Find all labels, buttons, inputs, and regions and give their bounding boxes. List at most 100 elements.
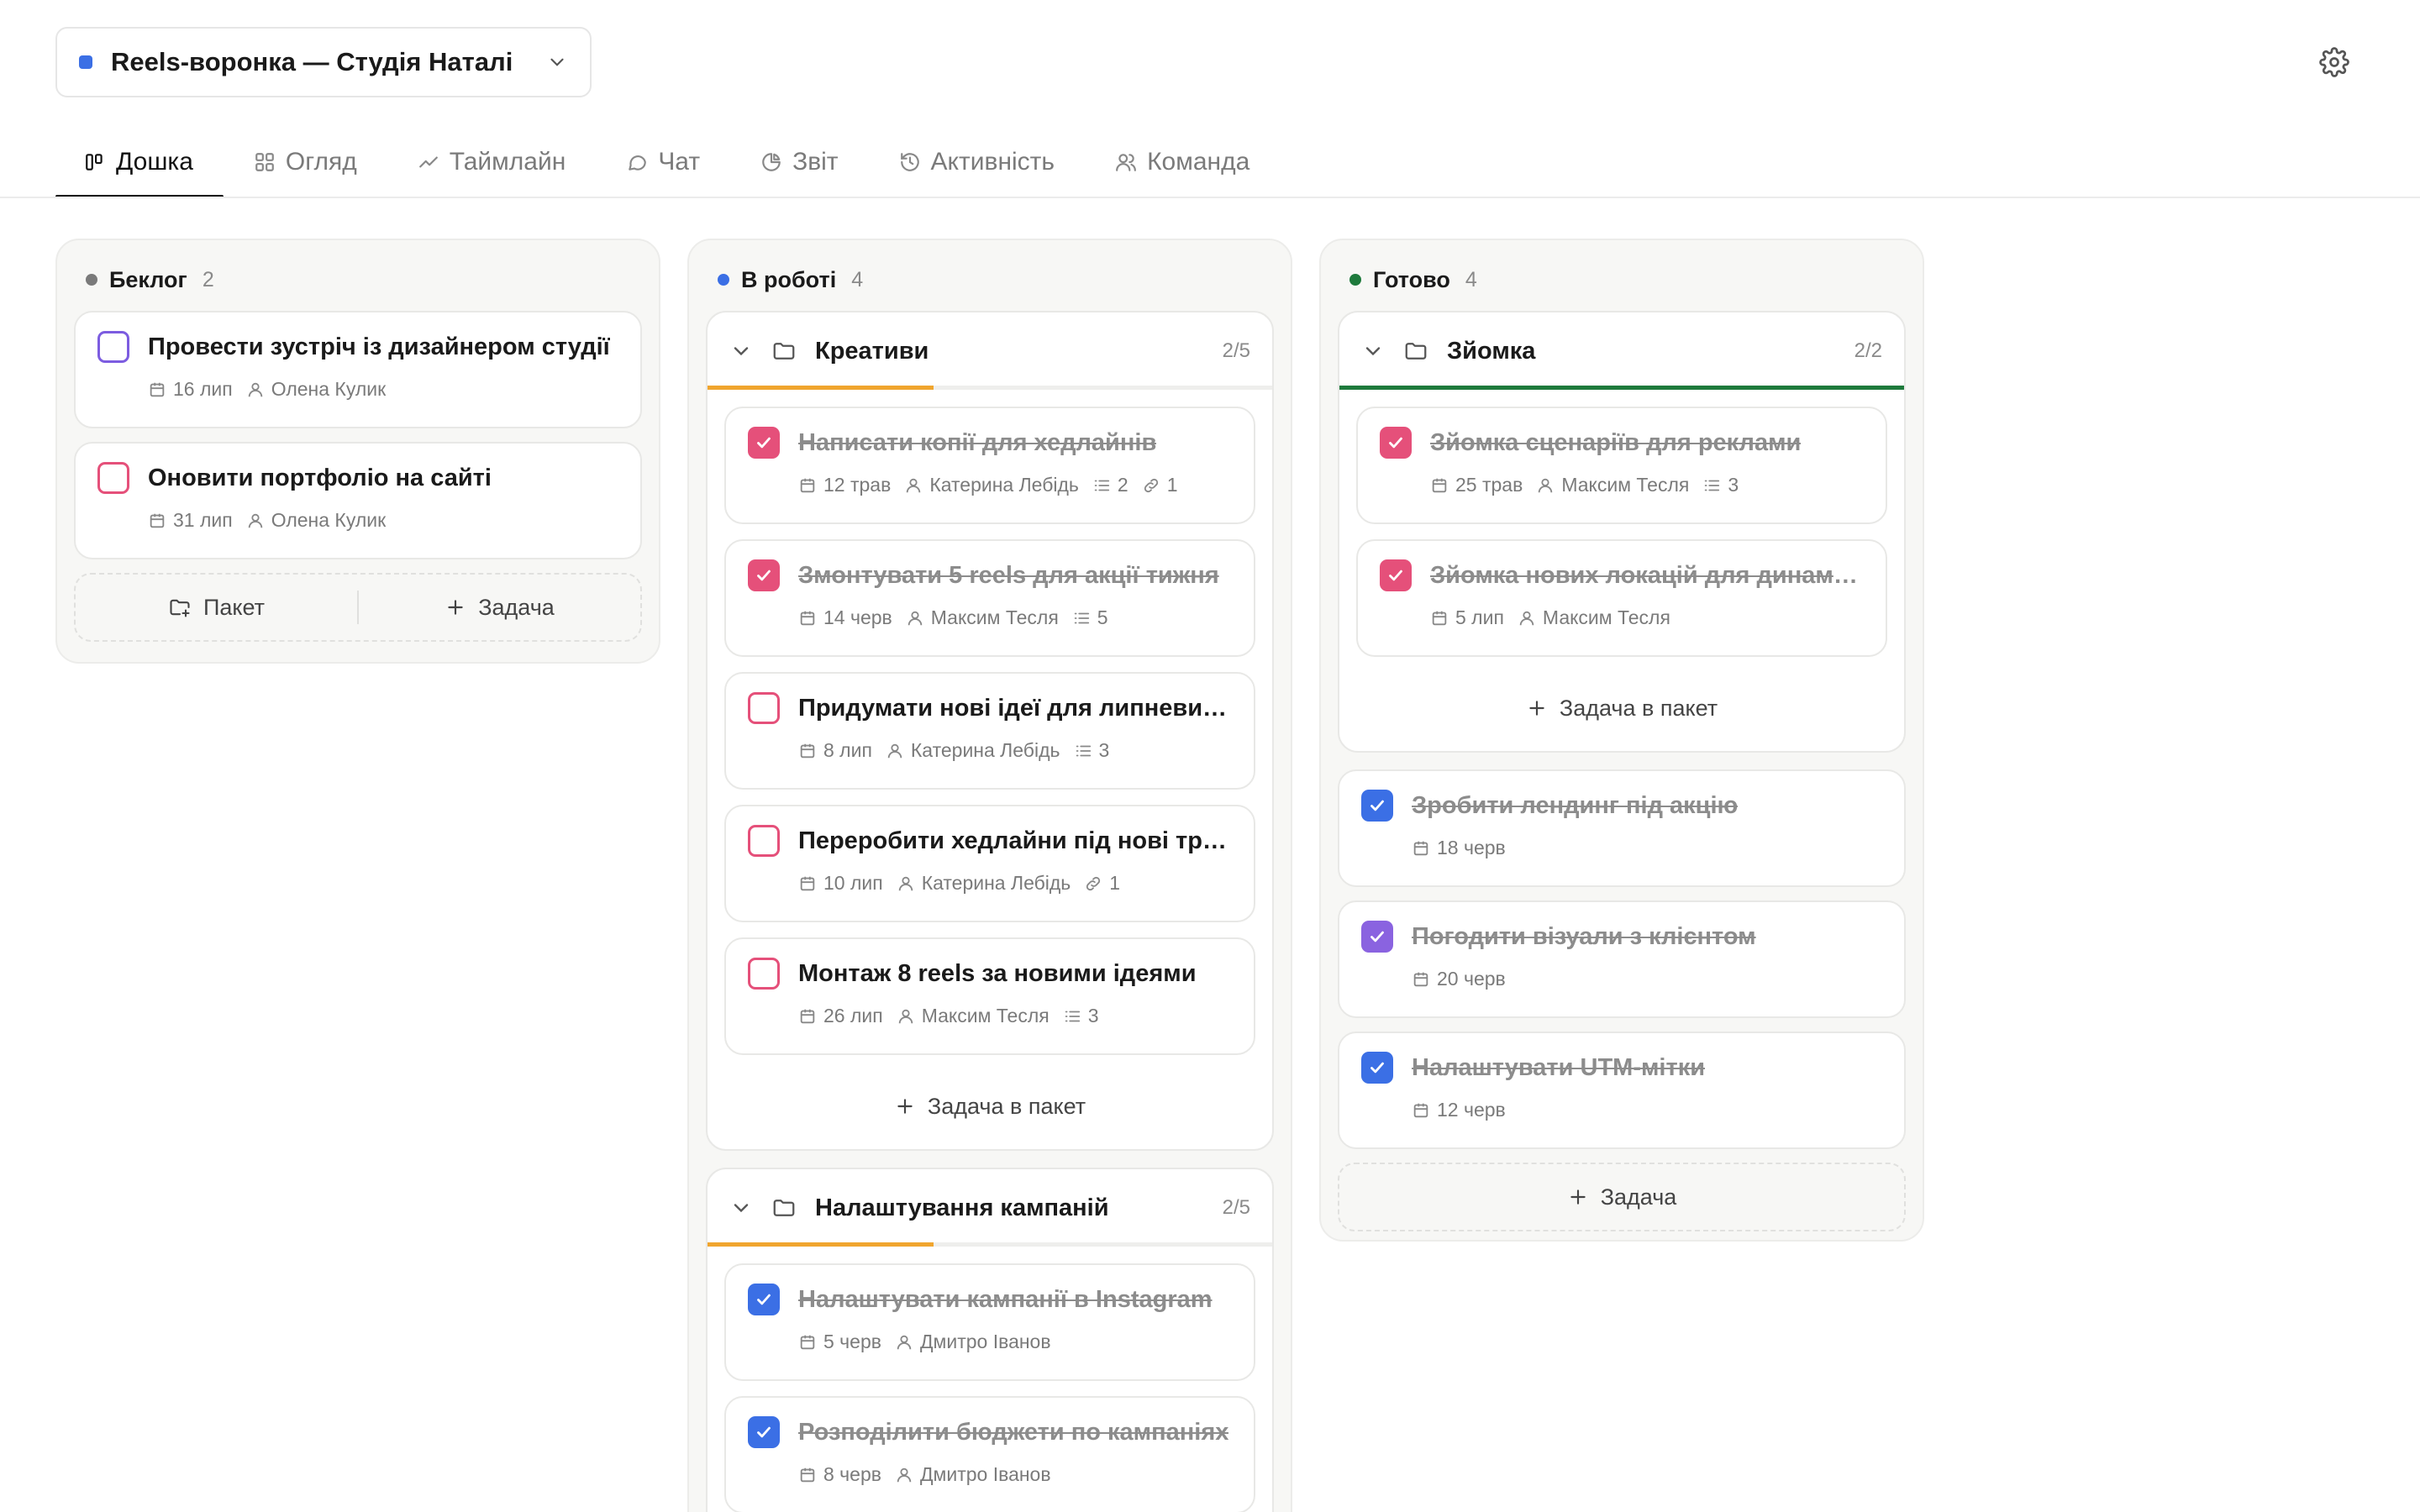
tab-activity[interactable]: Активність (869, 126, 1086, 198)
column-header: Беклог 2 (74, 260, 642, 299)
user-icon (886, 742, 904, 760)
task-assignee: Катерина Лебідь (886, 739, 1060, 762)
column-backlog: Беклог 2 Провести зустріч із дизайнером … (55, 239, 660, 664)
task-card[interactable]: Налаштувати UTM-мітки 12 черв (1338, 1032, 1906, 1149)
task-assignee: Максим Тесля (1536, 474, 1689, 496)
task-checkbox[interactable] (1361, 1052, 1393, 1084)
tab-timeline[interactable]: Таймлайн (387, 126, 597, 198)
tab-overview[interactable]: Огляд (224, 126, 387, 198)
gear-icon[interactable] (2319, 47, 2349, 77)
folder-icon (1403, 339, 1428, 364)
task-checkbox[interactable] (1361, 921, 1393, 953)
column-title: В роботі (741, 266, 837, 292)
task-card[interactable]: Змонтувати 5 reels для акції тижня 14 чер… (724, 539, 1255, 657)
add-task-button[interactable]: Задача (359, 575, 640, 640)
task-checkbox[interactable] (97, 462, 129, 494)
user-icon (904, 476, 923, 495)
task-subtasks-count: 3 (1074, 739, 1109, 762)
task-card[interactable]: Придумати нові ідеї для липневих ... 8 ли… (724, 672, 1255, 790)
add-packet-button[interactable]: Пакет (76, 575, 357, 640)
packet-header[interactable]: Зйомка 2/2 (1339, 312, 1904, 390)
task-assignee: Максим Тесля (897, 1005, 1050, 1027)
column-in-progress: В роботі 4 Креативи 2/5 Написати копії для… (687, 239, 1292, 1512)
task-checkbox[interactable] (748, 559, 780, 591)
task-card[interactable]: Оновити портфоліо на сайті 31 лип Олена Ку… (74, 442, 642, 559)
column-title: Беклог (109, 266, 187, 292)
task-due-date: 8 лип (798, 739, 872, 762)
task-title: Зробити лендинг під акцію (1412, 791, 1739, 819)
column-count: 4 (1465, 267, 1477, 291)
tab-chat[interactable]: Чат (596, 126, 730, 198)
plus-icon (1567, 1186, 1589, 1208)
task-meta: 25 трав Максим Тесля 3 (1430, 474, 1864, 496)
task-title: Переробити хедлайни під нові тре... (798, 827, 1232, 854)
task-card[interactable]: Зйомка сценаріїв для реклами 25 трав Макси… (1356, 407, 1887, 524)
task-checkbox[interactable] (1361, 790, 1393, 822)
chevron-down-icon[interactable] (729, 1196, 753, 1220)
task-checkbox[interactable] (748, 692, 780, 724)
task-title: Провести зустріч із дизайнером студії (148, 333, 610, 360)
chevron-down-icon[interactable] (1361, 339, 1385, 363)
task-card[interactable]: Переробити хедлайни під нові тре... 10 ли… (724, 805, 1255, 922)
subtasks-icon (1702, 476, 1721, 495)
tab-team[interactable]: Команда (1085, 126, 1280, 198)
task-card[interactable]: Монтаж 8 reels за новими ідеями 26 лип Мак… (724, 937, 1255, 1055)
tab-bar: Дошка Огляд Таймлайн Чат Звіт Активність… (55, 126, 1280, 198)
add-actions: Задача (1338, 1163, 1906, 1231)
chevron-down-icon[interactable] (729, 339, 753, 363)
user-icon (246, 512, 265, 530)
board-icon (86, 154, 103, 171)
task-due-date: 12 трав (798, 474, 891, 496)
user-icon (1536, 476, 1555, 495)
task-title: Погодити візуали з клієнтом (1412, 922, 1756, 950)
task-card[interactable]: Провести зустріч із дизайнером студії 16 … (74, 311, 642, 428)
task-assignee: Катерина Лебідь (897, 872, 1071, 895)
task-card[interactable]: Розподілити бюджети по кампаніях 8 черв Дм… (724, 1396, 1255, 1512)
packet-progress-fill (1339, 386, 1904, 390)
task-checkbox[interactable] (748, 1416, 780, 1448)
packet-header[interactable]: Креативи 2/5 (708, 312, 1272, 390)
task-checkbox[interactable] (748, 958, 780, 990)
task-checkbox[interactable] (748, 427, 780, 459)
project-selector[interactable]: Reels-воронка — Студія Наталі (55, 27, 592, 97)
check-icon (1385, 432, 1407, 454)
task-card[interactable]: Погодити візуали з клієнтом 20 черв (1338, 900, 1906, 1018)
packet-progress-bar (708, 1242, 1272, 1247)
packet-progress-bar (708, 386, 1272, 390)
task-card[interactable]: Написати копії для хедлайнів 12 трав Катер… (724, 407, 1255, 524)
tab-report[interactable]: Звіт (730, 126, 868, 198)
task-assignee: Максим Тесля (1518, 606, 1670, 629)
task-title: Написати копії для хедлайнів (798, 428, 1157, 456)
packet-header[interactable]: Налаштування кампаній 2/5 (708, 1169, 1272, 1247)
task-checkbox[interactable] (97, 331, 129, 363)
add-task-to-packet-button[interactable]: Задача в пакет (724, 1070, 1255, 1142)
user-icon (895, 1333, 913, 1352)
user-icon (906, 609, 924, 627)
column-status-dot (86, 274, 97, 286)
task-assignee: Дмитро Іванов (895, 1331, 1051, 1353)
packet-title: Налаштування кампаній (815, 1194, 1109, 1221)
add-task-label: Задача (1600, 1184, 1677, 1210)
task-meta: 20 черв (1412, 968, 1882, 990)
check-icon (753, 1421, 775, 1443)
task-due-date: 16 лип (148, 378, 233, 401)
check-icon (1385, 564, 1407, 586)
tab-board[interactable]: Дошка (55, 126, 224, 198)
task-checkbox[interactable] (1380, 427, 1412, 459)
add-task-button[interactable]: Задача (1339, 1164, 1904, 1230)
chat-icon (629, 155, 647, 171)
task-card[interactable]: Налаштувати кампанії в Instagram 5 черв Дм… (724, 1263, 1255, 1381)
task-card[interactable]: Зйомка нових локацій для динаміки 5 лип Ма… (1356, 539, 1887, 657)
task-checkbox[interactable] (1380, 559, 1412, 591)
packet-progress-count: 2/5 (1222, 339, 1250, 362)
task-card[interactable]: Зробити лендинг під акцію 18 черв (1338, 769, 1906, 887)
packet-progress-count: 2/5 (1222, 1196, 1250, 1219)
add-task-to-packet-button[interactable]: Задача в пакет (1356, 672, 1887, 744)
check-icon (753, 432, 775, 454)
check-icon (1366, 795, 1388, 816)
task-due-date: 10 лип (798, 872, 883, 895)
task-checkbox[interactable] (748, 825, 780, 857)
task-subtasks-count: 2 (1092, 474, 1128, 496)
task-checkbox[interactable] (748, 1284, 780, 1315)
calendar-icon (1430, 476, 1449, 495)
